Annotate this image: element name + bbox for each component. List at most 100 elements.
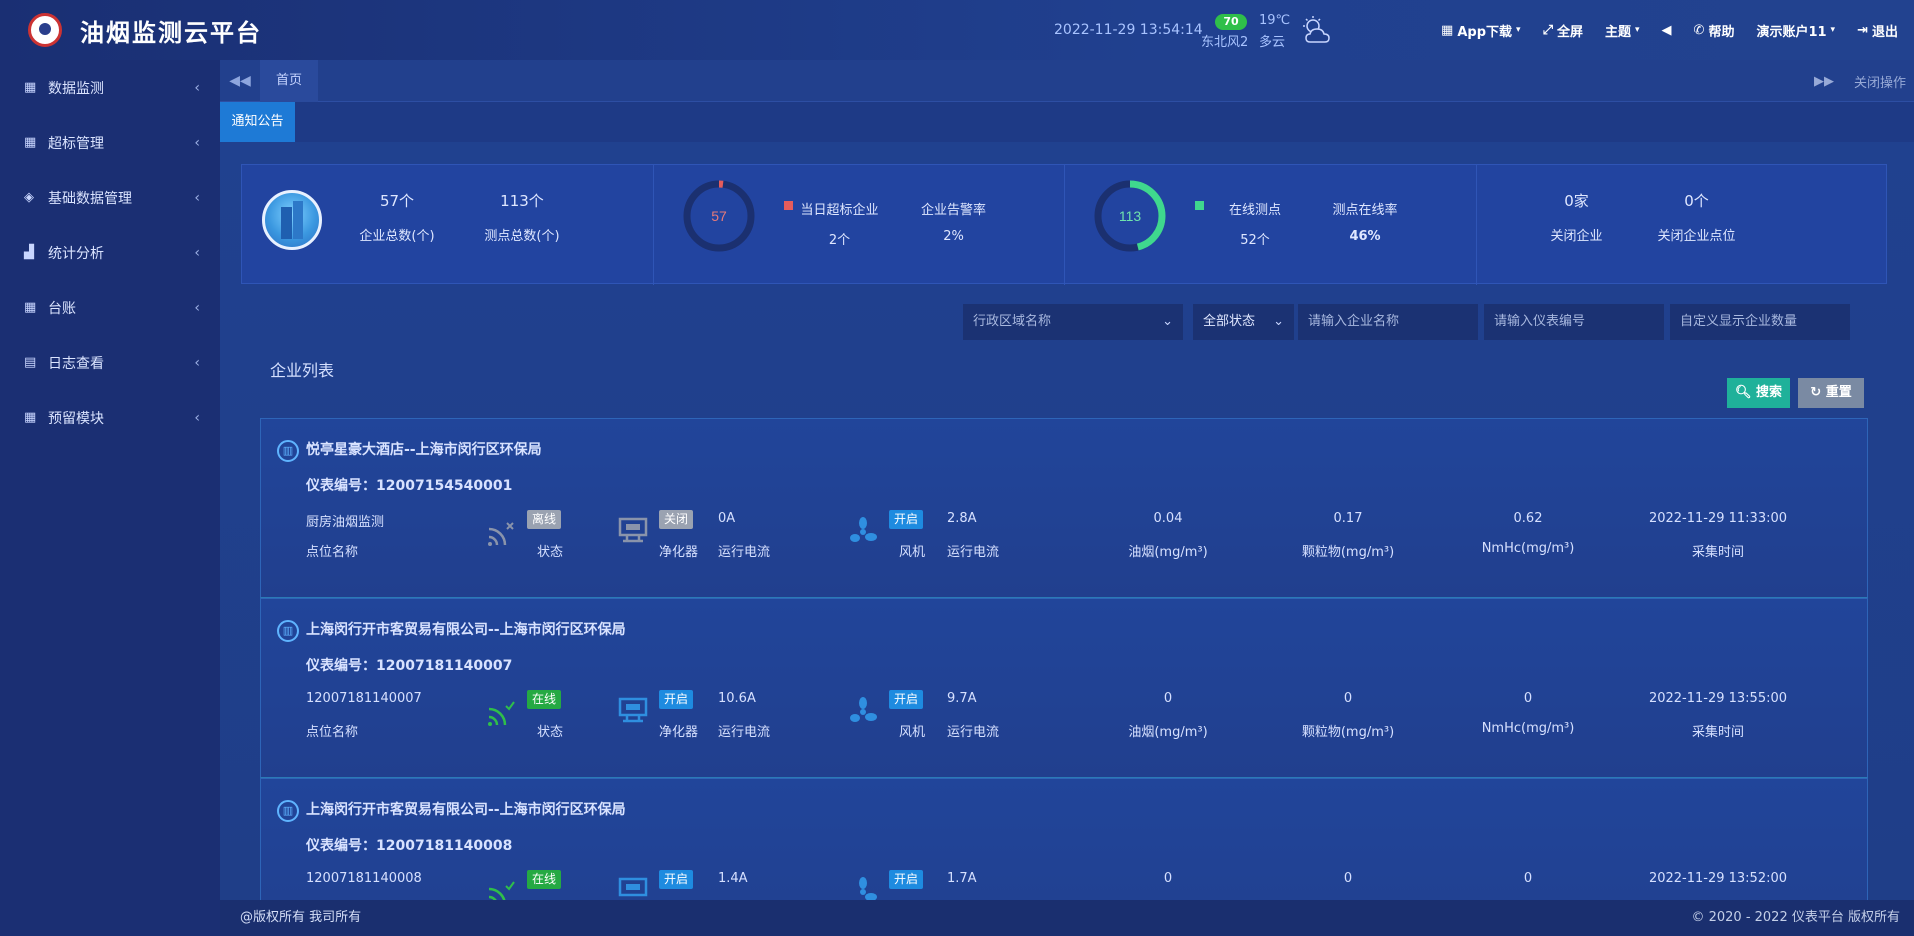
overstd-value: 2个	[828, 233, 851, 248]
help-button[interactable]: ✆ 帮助	[1694, 21, 1735, 40]
oil-fume-value: 0.04	[1153, 511, 1183, 526]
collect-time-value: 2022-11-29 11:33:00	[1648, 511, 1788, 526]
building-icon	[262, 190, 322, 250]
caret-down-icon: ▾	[1830, 25, 1836, 35]
particle-value: 0	[1343, 871, 1353, 886]
sidebar-item-label: 预留模块	[48, 410, 104, 427]
calendar-icon: ▦	[24, 300, 37, 315]
collect-time-value: 2022-11-29 13:52:00	[1648, 871, 1788, 886]
point-total-label: 测点总数(个)	[484, 229, 560, 244]
stats-panel: 57个 企业总数(个) 113个 测点总数(个) 57 当日超标企业 2个 企业…	[241, 164, 1887, 285]
purifier-status-badge: 开启	[659, 690, 694, 709]
particle-value: 0.17	[1333, 511, 1363, 526]
calendar-icon: ▦	[24, 135, 37, 150]
meter-number-input[interactable]: 请输入仪表编号	[1484, 304, 1664, 340]
status-select-value: 全部状态	[1203, 314, 1256, 329]
stats-closed: 0家 关闭企业 0个 关闭企业点位	[1477, 165, 1887, 285]
enterprise-card[interactable]: ▥ 悦亭星豪大酒店--上海市闵行区环保局 仪表编号：12007154540001…	[260, 418, 1868, 598]
purifier-label: 净化器	[659, 545, 699, 560]
online-rate-label: 测点在线率	[1332, 203, 1398, 218]
point-name-label: 点位名称	[306, 545, 359, 560]
sidebar-item-reserved[interactable]: ▦ 预留模块 ‹	[0, 390, 220, 445]
online-donut-chart: 113	[1094, 180, 1166, 252]
enterprise-list-title: 企业列表	[270, 361, 335, 380]
fan-current-label: 运行电流	[947, 725, 1000, 740]
volume-button[interactable]: ◀	[1662, 23, 1672, 38]
meter-number: 仪表编号：12007181140007	[306, 658, 513, 674]
chevron-left-icon: ‹	[194, 354, 200, 371]
sidebar-item-data-monitoring[interactable]: ▦ 数据监测 ‹	[0, 60, 220, 115]
app-title: 油烟监测云平台	[80, 18, 262, 47]
phone-icon: ✆	[1693, 22, 1705, 38]
aqi-badge: 70	[1215, 14, 1247, 30]
logout-button[interactable]: ⇥ 退出	[1857, 21, 1898, 40]
help-label: 帮助	[1708, 24, 1735, 40]
weather-condition: 多云	[1259, 35, 1286, 50]
online-rate-value: 46%	[1349, 229, 1381, 244]
reset-button[interactable]: ↻ 重置	[1798, 378, 1864, 408]
region-select-placeholder: 行政区域名称	[973, 314, 1052, 329]
calendar-icon: ▦	[24, 410, 37, 425]
sidebar-item-label: 统计分析	[48, 245, 104, 262]
sidebar-item-overstandard[interactable]: ▦ 超标管理 ‹	[0, 115, 220, 170]
enterprise-name: 上海闵行开市客贸易有限公司--上海市闵行区环保局	[306, 802, 626, 818]
enterprise-card[interactable]: ▥ 上海闵行开市客贸易有限公司--上海市闵行区环保局 仪表编号：12007181…	[260, 778, 1868, 900]
fan-label: 风机	[899, 545, 926, 560]
meter-number: 仪表编号：12007181140008	[306, 838, 513, 854]
stats-totals: 57个 企业总数(个) 113个 测点总数(个)	[242, 165, 654, 285]
qrcode-icon: ▦	[1441, 22, 1454, 38]
app-download-menu[interactable]: ▦ App下载 ▾	[1441, 21, 1521, 40]
fan-icon	[850, 697, 877, 722]
purifier-icon	[618, 517, 648, 543]
fan-status-badge: 开启	[889, 870, 924, 889]
logout-icon: ⇥	[1857, 22, 1868, 38]
close-operations-menu[interactable]: 关闭操作	[1854, 72, 1906, 91]
top-header: 油烟监测云平台 2022-11-29 13:54:14 70 东北风2 19℃ …	[0, 0, 1914, 60]
refresh-icon: ↻	[1810, 385, 1822, 400]
status-badge: 在线	[527, 870, 562, 889]
main-content: 57个 企业总数(个) 113个 测点总数(个) 57 当日超标企业 2个 企业…	[220, 142, 1914, 900]
alarm-donut-chart: 57	[683, 180, 754, 252]
search-button[interactable]: 🔍︎ 搜索	[1727, 378, 1790, 408]
tab-bar-right: ▶▶ 关闭操作	[1814, 60, 1906, 102]
oil-fume-value: 0	[1163, 871, 1173, 886]
wind-text: 东北风2	[1201, 35, 1249, 50]
tab-scroll-left-button[interactable]: ◀◀	[220, 73, 260, 89]
building-icon: ▥	[277, 440, 299, 462]
company-name-placeholder: 请输入企业名称	[1308, 314, 1400, 329]
alarm-rate-value: 2%	[943, 229, 964, 244]
tab-notice[interactable]: 通知公告	[220, 102, 295, 142]
enterprise-name: 悦亭星豪大酒店--上海市闵行区环保局	[306, 442, 542, 458]
tab-home[interactable]: 首页	[260, 59, 319, 102]
sidebar-item-statistics[interactable]: ▟ 统计分析 ‹	[0, 225, 220, 280]
region-select[interactable]: 行政区域名称 ⌄	[963, 304, 1183, 340]
volume-icon: ◀	[1661, 22, 1672, 38]
company-name-input[interactable]: 请输入企业名称	[1298, 304, 1478, 340]
footer-copyright-left: @版权所有 我司所有	[240, 910, 362, 925]
status-select[interactable]: 全部状态 ⌄	[1193, 304, 1294, 340]
fan-label: 风机	[899, 725, 926, 740]
app-download-label: App下载	[1457, 24, 1513, 40]
theme-label: 主题	[1604, 24, 1631, 40]
nmhc-value: 0	[1523, 691, 1533, 706]
enterprise-card[interactable]: ▥ 上海闵行开市客贸易有限公司--上海市闵行区环保局 仪表编号：12007181…	[260, 598, 1868, 778]
display-count-input[interactable]: 自定义显示企业数量	[1670, 304, 1850, 340]
sidebar-item-basic-data[interactable]: ◈ 基础数据管理 ‹	[0, 170, 220, 225]
sidebar-item-label: 日志查看	[48, 355, 104, 372]
fan-status-badge: 开启	[889, 510, 924, 529]
chevron-down-icon: ⌄	[1273, 314, 1284, 329]
alarm-donut-value: 57	[711, 208, 727, 224]
sidebar-item-logs[interactable]: ▤ 日志查看 ‹	[0, 335, 220, 390]
fullscreen-icon: ⤢	[1542, 22, 1553, 38]
fullscreen-button[interactable]: ⤢ 全屏	[1543, 21, 1583, 40]
sidebar-item-ledger[interactable]: ▦ 台账 ‹	[0, 280, 220, 335]
tab-scroll-right-button[interactable]: ▶▶	[1814, 74, 1834, 89]
log-icon: ▤	[24, 355, 37, 370]
theme-menu[interactable]: 主题 ▾	[1605, 21, 1640, 40]
account-menu[interactable]: 演示账户11 ▾	[1756, 21, 1835, 40]
bar-chart-icon: ▟	[24, 245, 34, 260]
nmhc-value: 0	[1523, 871, 1533, 886]
fan-current-value: 1.7A	[947, 871, 977, 886]
enterprise-card-list: ▥ 悦亭星豪大酒店--上海市闵行区环保局 仪表编号：12007154540001…	[260, 418, 1868, 900]
point-total-value: 113个	[500, 192, 544, 210]
